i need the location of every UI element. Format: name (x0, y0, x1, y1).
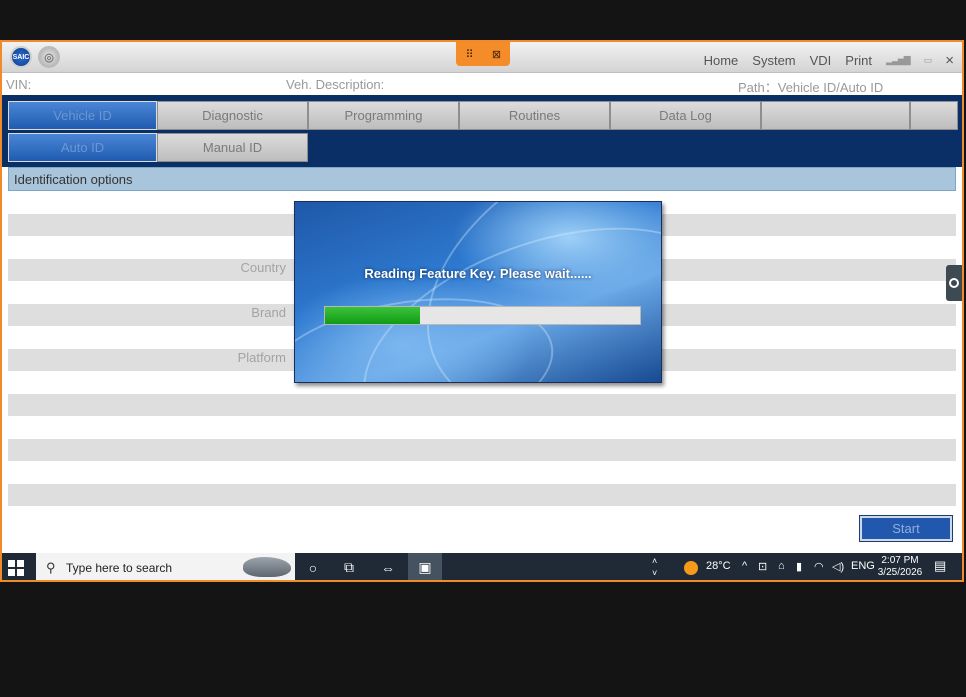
taskbar: ⚲ Type here to search ○ ⧉ ⇔ ▣ ˄ ˅ 28°C ^ … (2, 553, 962, 580)
veh-description-label: Veh. Description: (286, 77, 385, 92)
menu-home[interactable]: Home (704, 53, 739, 68)
progress-dialog: Reading Feature Key. Please wait...... (294, 201, 662, 383)
options-row (8, 394, 956, 416)
search-placeholder: Type here to search (66, 561, 173, 575)
clock-date: 3/25/2026 (877, 567, 923, 578)
top-menu: Home System VDI Print ▂▃▅▇ ▭ × (704, 52, 954, 69)
brand-logo: ◎ (38, 46, 60, 68)
scroll-arrows-icon[interactable]: ˄ ˅ (652, 555, 657, 579)
tab-extra[interactable] (910, 101, 958, 130)
title-bar: SAIC ◎ ⠿ ⊠ Home System VDI Print ▂▃▅▇ ▭ … (2, 42, 962, 73)
brand-label: Brand (251, 305, 286, 320)
vin-label: VIN: (6, 77, 32, 92)
clock-time: 2:07 PM (881, 555, 919, 566)
network-icon[interactable]: ⊡ (758, 560, 767, 573)
navigation-area: Vehicle ID Diagnostic Programming Routin… (2, 95, 962, 167)
vehicle-info-bar: VIN: Veh. Description: Path：Vehicle ID/A… (2, 74, 962, 95)
tab-programming[interactable]: Programming (308, 101, 459, 130)
tab-data-log[interactable]: Data Log (610, 101, 761, 130)
weather-temp: 28°C (706, 560, 731, 572)
tab-routines[interactable]: Routines (459, 101, 610, 130)
grip-icon[interactable]: ⠿ (461, 48, 479, 61)
menu-system[interactable]: System (752, 53, 795, 68)
cortana-icon[interactable]: ○ (296, 553, 330, 580)
options-row (8, 484, 956, 506)
task-view-icon[interactable]: ⧉ (332, 553, 366, 580)
remote-session-controls: ⠿ ⊠ (456, 42, 510, 66)
meet-now-icon[interactable]: ⌂ (778, 560, 785, 572)
search-icon: ⚲ (46, 560, 56, 575)
tab-empty[interactable] (761, 101, 910, 130)
side-handle[interactable] (946, 265, 962, 301)
teamviewer-icon[interactable]: ⇔ (371, 553, 405, 580)
app-window: SAIC ◎ ⠿ ⊠ Home System VDI Print ▂▃▅▇ ▭ … (0, 40, 964, 582)
notifications-icon[interactable]: ▤ (934, 558, 946, 574)
tray-overflow-icon[interactable]: ^ (742, 560, 747, 572)
volume-icon[interactable]: ◁) (832, 560, 844, 573)
window-close-button[interactable]: × (945, 52, 954, 69)
taskbar-search[interactable]: ⚲ Type here to search (36, 553, 295, 580)
menu-print[interactable]: Print (845, 53, 872, 68)
subtab-auto-id[interactable]: Auto ID (8, 133, 157, 162)
weather-icon (684, 561, 698, 575)
handle-icon (949, 278, 959, 288)
battery-icon: ▭ (923, 55, 932, 65)
progress-bar (324, 306, 641, 325)
microphone-icon[interactable]: ▮ (796, 560, 802, 573)
identification-options-header: Identification options (8, 167, 956, 191)
progress-fill (325, 307, 420, 324)
platform-label: Platform (237, 350, 286, 365)
close-icon[interactable]: ⊠ (488, 48, 506, 61)
subtab-manual-id[interactable]: Manual ID (157, 133, 308, 162)
options-row (8, 439, 956, 461)
wifi-icon[interactable]: ◠ (814, 560, 824, 573)
signal-icon: ▂▃▅▇ (886, 55, 911, 65)
language-indicator[interactable]: ENG (851, 560, 875, 572)
clock[interactable]: 2:07 PM 3/25/2026 (874, 555, 926, 579)
menu-vdi[interactable]: VDI (810, 53, 832, 68)
saic-logo: SAIC (10, 46, 32, 68)
tab-vehicle-id[interactable]: Vehicle ID (8, 101, 157, 130)
search-highlight-image (243, 557, 291, 577)
windows-start-icon[interactable] (8, 560, 24, 576)
country-label: Country (240, 260, 286, 275)
dialog-message: Reading Feature Key. Please wait...... (364, 266, 592, 281)
start-button[interactable]: Start (859, 515, 953, 542)
tab-diagnostic[interactable]: Diagnostic (157, 101, 308, 130)
path-label: Path：Vehicle ID/Auto ID (738, 80, 884, 95)
diagnostic-app-icon[interactable]: ▣ (408, 553, 442, 580)
